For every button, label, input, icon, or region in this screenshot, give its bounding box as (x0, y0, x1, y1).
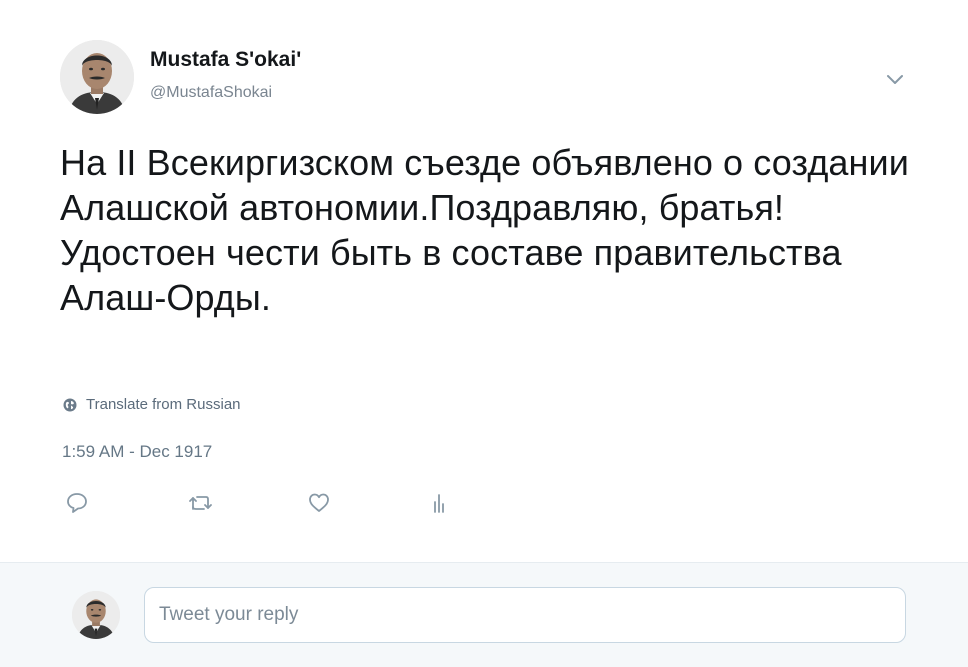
speech-bubble-icon (64, 490, 90, 521)
retweet-button[interactable] (186, 490, 216, 520)
reply-bar (0, 562, 968, 667)
author-avatar[interactable] (60, 40, 134, 114)
retweet-icon (187, 490, 215, 521)
author-handle[interactable]: @MustafaShokai (150, 84, 272, 102)
author-display-name[interactable]: Mustafa S'okai' (150, 48, 301, 72)
tweet-text: На II Всекиргизском съезде объявлено о с… (60, 142, 909, 318)
like-button[interactable] (304, 490, 334, 520)
reply-button[interactable] (62, 490, 92, 520)
tweet-card: Mustafa S'okai' @MustafaShokai На II Все… (0, 0, 968, 562)
tweet-actions (0, 490, 968, 520)
reply-input[interactable] (144, 587, 906, 643)
user-avatar[interactable] (72, 591, 120, 639)
translate-label: Translate from Russian (86, 396, 241, 413)
chevron-down-icon[interactable] (884, 68, 906, 90)
tweet-timestamp[interactable]: 1:59 AM - Dec 1917 (62, 442, 212, 462)
globe-icon (62, 397, 78, 413)
bar-chart-icon (428, 490, 450, 521)
heart-icon (306, 490, 332, 521)
analytics-button[interactable] (424, 490, 454, 520)
translate-link[interactable]: Translate from Russian (62, 396, 241, 413)
